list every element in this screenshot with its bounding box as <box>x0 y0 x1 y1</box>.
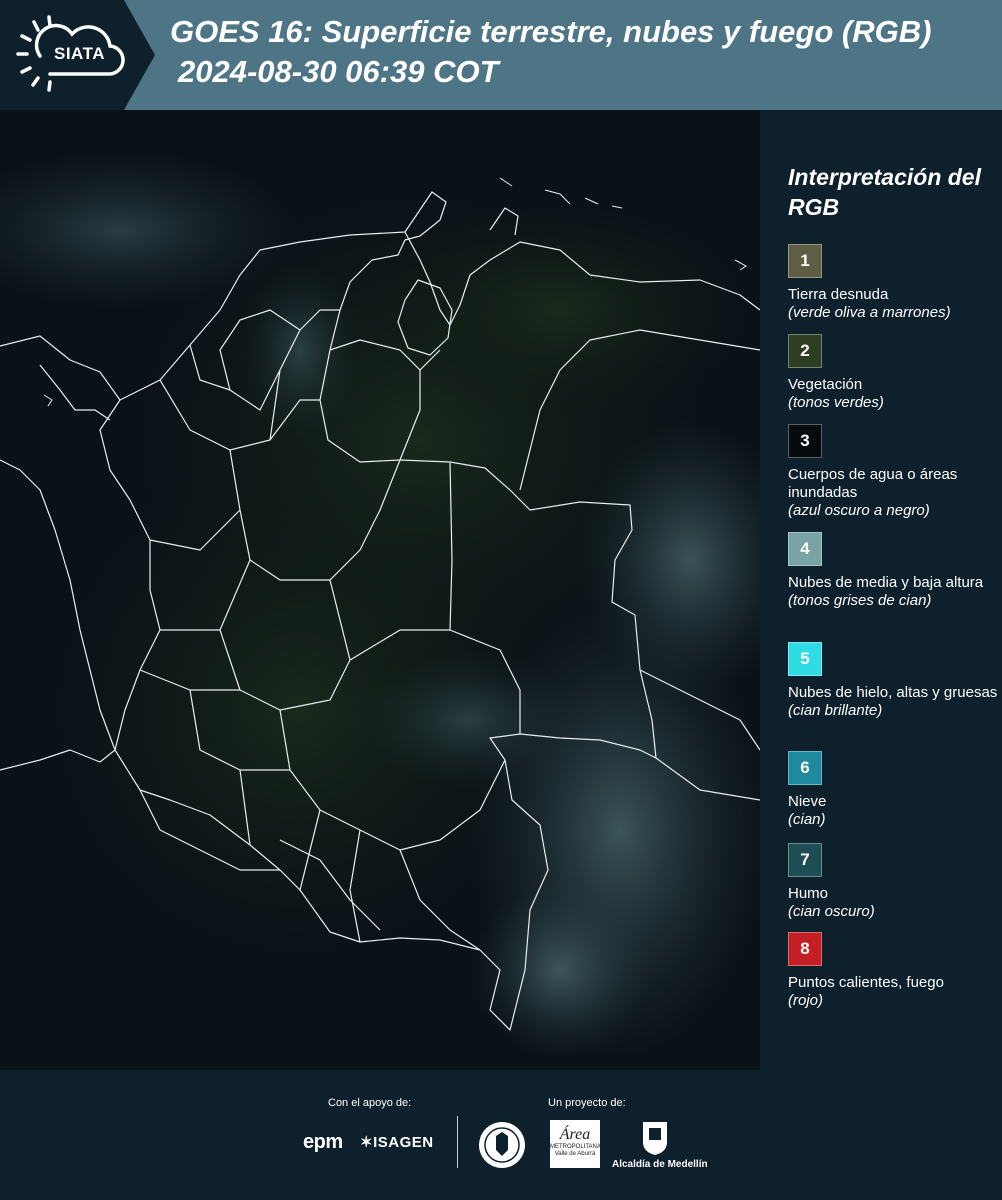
satellite-map[interactable] <box>0 110 760 1070</box>
support-label: Con el apoyo de: <box>328 1097 412 1109</box>
project-label: Un proyecto de: <box>548 1097 626 1109</box>
legend-item-desc: (cian) <box>788 811 826 828</box>
legend-item-label: Nubes de media y baja altura <box>788 574 984 591</box>
map-canvas <box>0 110 760 1070</box>
legend-item-bare-soil: 1 Tierra desnuda (verde oliva a marrones… <box>788 244 998 322</box>
legend-item-label: Nubes de hielo, altas y gruesas <box>788 684 998 701</box>
area-logo-big: Área <box>559 1126 591 1143</box>
legend-swatch-3: 3 <box>788 424 822 458</box>
legend-item-mid-low-clouds: 4 Nubes de media y baja altura (tonos gr… <box>788 532 998 610</box>
legend-swatch-8: 8 <box>788 932 822 966</box>
legend-item-label: Tierra desnuda <box>788 286 889 303</box>
footer: Con el apoyo de: Un proyecto de: epm ✶IS… <box>0 1070 1002 1200</box>
siata-logo-text: SIATA <box>54 44 105 63</box>
legend-swatch-2: 2 <box>788 334 822 368</box>
legend-swatch-1: 1 <box>788 244 822 278</box>
area-metropolitana-logo[interactable]: Área METROPOLITANA Valle de Aburrá <box>550 1120 601 1168</box>
epm-logo[interactable]: epm <box>303 1131 343 1154</box>
legend-item-desc: (azul oscuro a negro) <box>788 502 930 519</box>
legend-item-label: Cuerpos de agua o áreas inundadas <box>788 466 958 501</box>
legend-swatch-5: 5 <box>788 642 822 676</box>
isagen-mark-icon: ✶ <box>360 1134 374 1151</box>
legend-item-label: Puntos calientes, fuego <box>788 974 944 991</box>
header: SIATA GOES 16: Superficie terrestre, nub… <box>0 0 1002 110</box>
medellin-shield-icon[interactable] <box>640 1118 670 1156</box>
legend-item-desc: (cian oscuro) <box>788 903 875 920</box>
area-logo-small: METROPOLITANA Valle de Aburrá <box>550 1144 601 1157</box>
legend-title: Interpretación del RGB <box>788 164 981 220</box>
legend-item-smoke: 7 Humo (cian oscuro) <box>788 843 998 921</box>
legend-item-ice-clouds: 5 Nubes de hielo, altas y gruesas (cian … <box>788 642 998 720</box>
siata-logo[interactable]: SIATA <box>0 0 155 110</box>
isagen-logo[interactable]: ✶ISAGEN <box>360 1133 434 1151</box>
legend-swatch-7: 7 <box>788 843 822 877</box>
legend-item-label: Vegetación <box>788 376 863 393</box>
legend-item-label: Humo <box>788 885 829 902</box>
legend-item-snow: 6 Nieve (cian) <box>788 751 998 829</box>
legend-item-desc: (cian brillante) <box>788 702 883 719</box>
page-title: GOES 16: Superficie terrestre, nubes y f… <box>170 14 932 49</box>
legend-item-desc: (tonos grises de cian) <box>788 592 932 609</box>
legend-item-desc: (tonos verdes) <box>788 394 884 411</box>
legend-swatch-4: 4 <box>788 532 822 566</box>
page-timestamp: 2024-08-30 06:39 COT <box>178 54 499 89</box>
legend-item-desc: (verde oliva a marrones) <box>788 304 951 321</box>
legend-item-water: 3 Cuerpos de agua o áreas inundadas (azu… <box>788 424 998 520</box>
seal-icon[interactable] <box>477 1120 527 1170</box>
legend-item-label: Nieve <box>788 793 827 810</box>
legend-item-vegetation: 2 Vegetación (tonos verdes) <box>788 334 998 412</box>
isagen-logo-text: ISAGEN <box>373 1134 434 1151</box>
legend-swatch-6: 6 <box>788 751 822 785</box>
legend-item-fire: 8 Puntos calientes, fuego (rojo) <box>788 932 998 1010</box>
legend-panel: Interpretación del RGB 1 Tierra desnuda … <box>760 110 1002 1070</box>
alcaldia-label: Alcaldía de Medellín <box>612 1159 708 1170</box>
legend-item-desc: (rojo) <box>788 992 824 1009</box>
footer-divider <box>457 1116 458 1168</box>
